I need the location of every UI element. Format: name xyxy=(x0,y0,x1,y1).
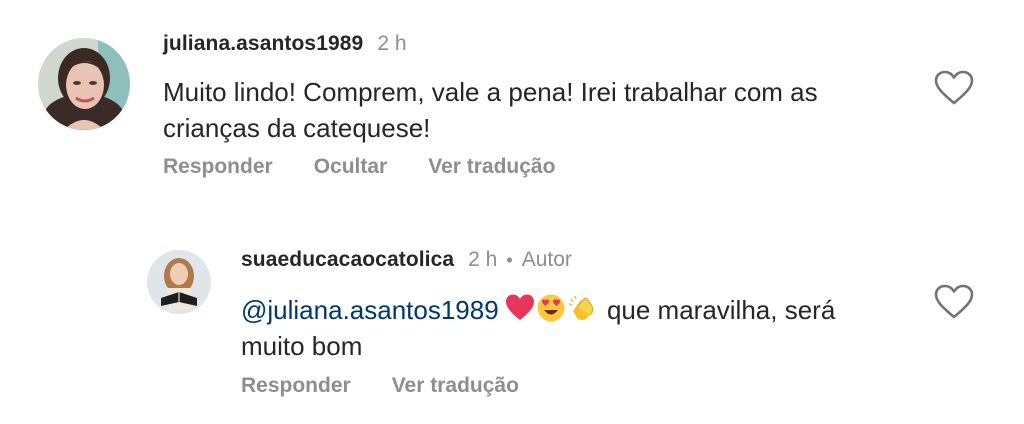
translate-button[interactable]: Ver tradução xyxy=(392,374,519,398)
heart-eyes-face-icon xyxy=(536,293,566,323)
comment-text: @juliana.asantos1989 que maravilha, será… xyxy=(241,292,901,364)
username[interactable]: juliana.asantos1989 xyxy=(163,32,363,56)
timestamp: 2 h xyxy=(468,248,498,271)
heart-outline-icon xyxy=(934,70,974,105)
reply-button[interactable]: Responder xyxy=(163,155,273,179)
comment-actions: Responder Ocultar Ver tradução xyxy=(163,155,596,179)
comment-text: Muito lindo! Comprem, vale a pena! Irei … xyxy=(163,77,818,143)
emoji-group xyxy=(505,293,598,323)
red-heart-icon xyxy=(505,293,535,323)
woman-reading-avatar-icon xyxy=(147,250,211,314)
like-button[interactable] xyxy=(934,284,974,320)
username[interactable]: suaeducacaocatolica xyxy=(241,248,454,272)
comment-actions: Responder Ver tradução xyxy=(241,374,560,398)
woman-glasses-avatar-icon xyxy=(38,38,130,130)
comment-meta: juliana.asantos1989 2 h xyxy=(163,32,407,56)
reply-button[interactable]: Responder xyxy=(241,374,351,398)
user-avatar[interactable] xyxy=(38,38,130,130)
timestamp: 2 h xyxy=(377,32,407,55)
like-button[interactable] xyxy=(934,70,974,106)
author-badge: Autor xyxy=(521,248,572,271)
heart-outline-icon xyxy=(934,284,974,319)
hide-button[interactable]: Ocultar xyxy=(314,155,388,179)
user-avatar[interactable] xyxy=(147,250,211,314)
comment-item: juliana.asantos1989 2 h Muito lindo! Com… xyxy=(0,0,1024,210)
reply-comment-item: suaeducacaocatolica 2 h • Autor @juliana… xyxy=(0,228,1024,424)
comment-meta: suaeducacaocatolica 2 h • Autor xyxy=(241,248,572,272)
clapping-hands-icon xyxy=(567,293,597,323)
separator-dot: • xyxy=(506,250,513,270)
translate-button[interactable]: Ver tradução xyxy=(428,155,555,179)
mention-link[interactable]: @juliana.asantos1989 xyxy=(241,295,499,325)
